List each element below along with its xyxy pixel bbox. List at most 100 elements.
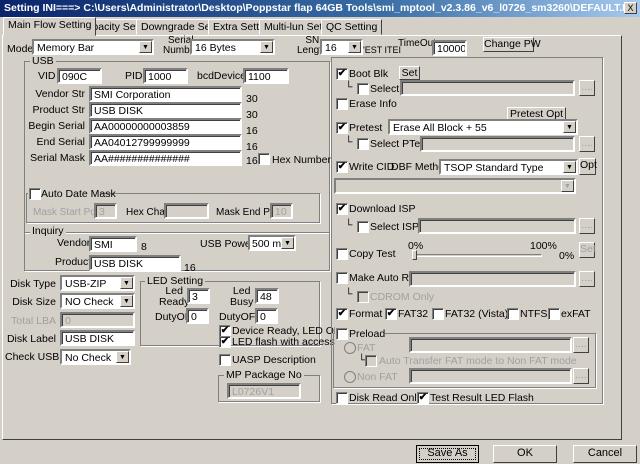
pretest-checkbox[interactable]: ✔ — [336, 122, 348, 134]
hex-number-checkbox[interactable] — [258, 153, 270, 165]
write-cid-label: Write CID — [349, 161, 394, 173]
exfat-checkbox[interactable] — [548, 308, 560, 320]
fat-radio[interactable] — [344, 342, 356, 354]
hex-char-input[interactable] — [164, 203, 209, 219]
dbf-opt-button[interactable]: Opt — [579, 158, 596, 175]
dbf-method-value: TSOP Standard Type — [444, 162, 543, 174]
disk-size-select[interactable]: NO Check▼ — [60, 293, 135, 309]
cancel-button[interactable]: Cancel — [573, 445, 637, 463]
led-busy-input[interactable]: 48 — [255, 288, 279, 304]
fat-browse-button[interactable]: .... — [573, 337, 589, 353]
save-as-button[interactable]: Save As — [416, 445, 479, 463]
mode-select[interactable]: Memory Bar▼ — [32, 39, 154, 55]
ptest-browse-button[interactable]: .... — [579, 136, 595, 152]
inquiry-product-input[interactable]: USB DISK — [89, 255, 181, 271]
download-isp-checkbox[interactable]: ✔ — [336, 203, 348, 215]
fat32-vista-checkbox[interactable] — [432, 308, 444, 320]
tab-qc[interactable]: QC Setting — [321, 19, 382, 35]
test-result-led-label: Test Result LED Flash — [430, 392, 534, 404]
vendor-str-length: 30 — [246, 93, 258, 105]
select-ptest-checkbox[interactable] — [357, 138, 369, 150]
led-flash-checkbox[interactable]: ✔ — [219, 336, 231, 348]
duty-off-input[interactable]: 0 — [255, 308, 278, 324]
led-flash-label: LED flash with access — [232, 336, 335, 348]
inquiry-product-length: 16 — [184, 262, 196, 274]
close-button[interactable]: X — [624, 2, 637, 14]
chevron-down-icon: ▼ — [120, 295, 133, 307]
copy-test-set-button[interactable]: Set — [579, 242, 595, 258]
non-fat-path-input[interactable] — [409, 368, 572, 384]
boot-blk-select-checkbox[interactable] — [357, 83, 369, 95]
bcd-device-input[interactable]: 1100 — [243, 68, 289, 84]
cdrom-only-checkbox[interactable] — [357, 291, 369, 303]
tab-main-flow[interactable]: Main Flow Setting — [3, 17, 96, 36]
sn-length-value: 16 — [325, 42, 337, 54]
auto-transfer-label: Auto Transfer FAT mode to Non FAT mode — [379, 355, 577, 367]
uasp-description-checkbox[interactable] — [219, 354, 231, 366]
isp-browse-button[interactable]: .... — [579, 218, 595, 234]
make-auto-run-checkbox[interactable] — [336, 272, 348, 284]
timeout-input[interactable]: 10000 — [432, 40, 467, 56]
led-ready-label: LedReady — [159, 286, 189, 308]
copy-test-slider-track[interactable] — [412, 254, 542, 257]
pretest-select[interactable]: Erase All Block + 55▼ — [388, 119, 578, 135]
mode-label: Mode — [7, 43, 33, 55]
format-checkbox[interactable]: ✔ — [336, 308, 348, 320]
product-str-input[interactable]: USB DISK — [89, 102, 242, 118]
non-fat-radio[interactable] — [344, 371, 356, 383]
begin-serial-length: 16 — [246, 125, 258, 137]
disk-size-label: Disk Size — [5, 296, 56, 308]
auto-date-mask-checkbox[interactable] — [29, 188, 41, 200]
auto-run-browse-button[interactable]: .... — [579, 271, 595, 287]
select-isp-checkbox[interactable] — [357, 221, 369, 233]
led-ready-input[interactable]: 3 — [187, 288, 210, 304]
mask-start-pos-input[interactable]: 3 — [94, 203, 117, 219]
serial-number-select[interactable]: 16 Bytes▼ — [190, 39, 275, 55]
chevron-down-icon: ▼ — [563, 161, 576, 173]
cid-secondary-select[interactable]: ▼ — [334, 178, 576, 194]
mp-package-input[interactable]: L0726V1 — [227, 383, 301, 399]
copy-test-label: Copy Test — [349, 248, 396, 260]
vid-input[interactable]: 090C — [57, 68, 102, 84]
copy-test-checkbox[interactable] — [336, 248, 348, 260]
sn-length-select[interactable]: 16▼ — [320, 39, 363, 55]
inquiry-vendor-input[interactable]: SMI — [89, 236, 137, 252]
boot-blk-browse-button[interactable]: .... — [579, 80, 595, 96]
serial-mask-input[interactable]: AA############## — [89, 150, 242, 166]
isp-path-input[interactable] — [418, 218, 576, 234]
preload-checkbox[interactable] — [336, 328, 348, 340]
erase-info-checkbox[interactable] — [336, 98, 348, 110]
duty-on-input[interactable]: 0 — [186, 308, 209, 324]
end-serial-length: 16 — [246, 141, 258, 153]
fat32-label: FAT32 — [398, 308, 428, 320]
auto-transfer-checkbox[interactable] — [365, 355, 377, 367]
usb-power-label: USB Power — [200, 238, 254, 250]
ntfs-checkbox[interactable] — [507, 308, 519, 320]
test-result-led-checkbox[interactable]: ✔ — [417, 392, 429, 404]
boot-blk-path-input[interactable] — [400, 80, 575, 96]
check-usb-select[interactable]: No Check▼ — [60, 349, 131, 365]
mask-end-pos-input[interactable]: 10 — [270, 203, 293, 219]
ptest-path-input[interactable] — [420, 136, 575, 152]
disk-read-only-checkbox[interactable] — [336, 392, 348, 404]
usb-power-select[interactable]: 500 mA▼ — [248, 235, 296, 251]
pid-input[interactable]: 1000 — [143, 68, 188, 84]
auto-run-path-input[interactable] — [409, 271, 576, 287]
begin-serial-input[interactable]: AA00000000003859 — [89, 118, 242, 134]
change-pw-button[interactable]: Change PW — [483, 37, 534, 52]
non-fat-browse-button[interactable]: .... — [573, 368, 589, 384]
disk-type-select[interactable]: USB-ZIP▼ — [60, 275, 135, 291]
ok-button[interactable]: OK — [493, 445, 557, 463]
vendor-str-input[interactable]: SMI Corporation — [89, 86, 242, 102]
total-lba-input[interactable]: 0 — [60, 312, 135, 328]
boot-blk-checkbox[interactable]: ✔ — [336, 68, 348, 80]
write-cid-checkbox[interactable]: ✔ — [336, 161, 348, 173]
fat-path-input[interactable] — [409, 337, 572, 353]
disk-label-input[interactable]: USB DISK — [60, 330, 135, 346]
non-fat-radio-label: Non FAT — [357, 371, 398, 383]
end-serial-input[interactable]: AA04012799999999 — [89, 134, 242, 150]
fat32-checkbox[interactable]: ✔ — [385, 308, 397, 320]
copy-test-slider-thumb[interactable] — [412, 250, 417, 260]
boot-blk-set-button[interactable]: Set — [399, 66, 420, 80]
dbf-method-select[interactable]: TSOP Standard Type ▼ — [439, 159, 578, 175]
